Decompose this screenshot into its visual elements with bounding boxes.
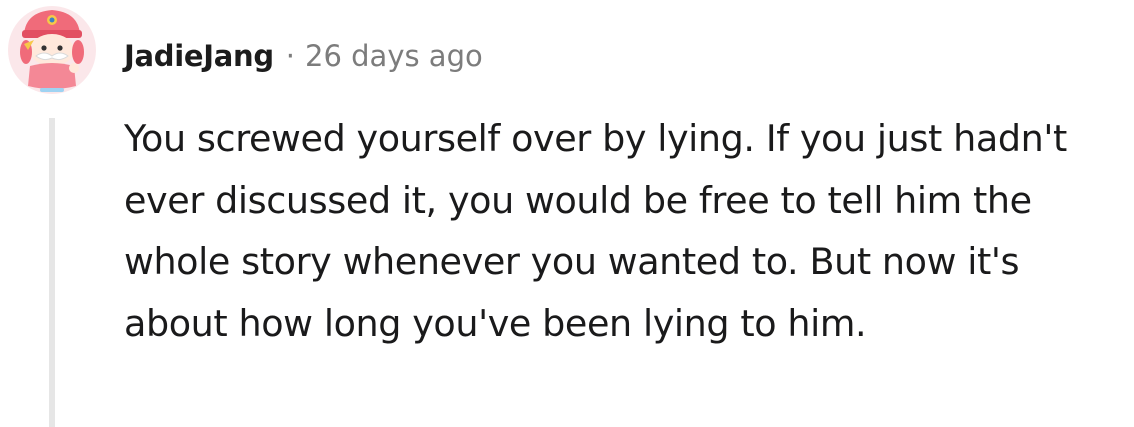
comment-timestamp[interactable]: 26 days ago (305, 39, 483, 73)
avatar-icon (8, 6, 96, 94)
comment-header: JadieJang · 26 days ago (124, 34, 483, 78)
thread-line[interactable] (49, 118, 55, 427)
author-username[interactable]: JadieJang (124, 39, 274, 73)
meta-separator: · (285, 39, 296, 73)
comment-body: You screwed yourself over by lying. If y… (124, 117, 1067, 345)
avatar[interactable] (6, 4, 98, 96)
